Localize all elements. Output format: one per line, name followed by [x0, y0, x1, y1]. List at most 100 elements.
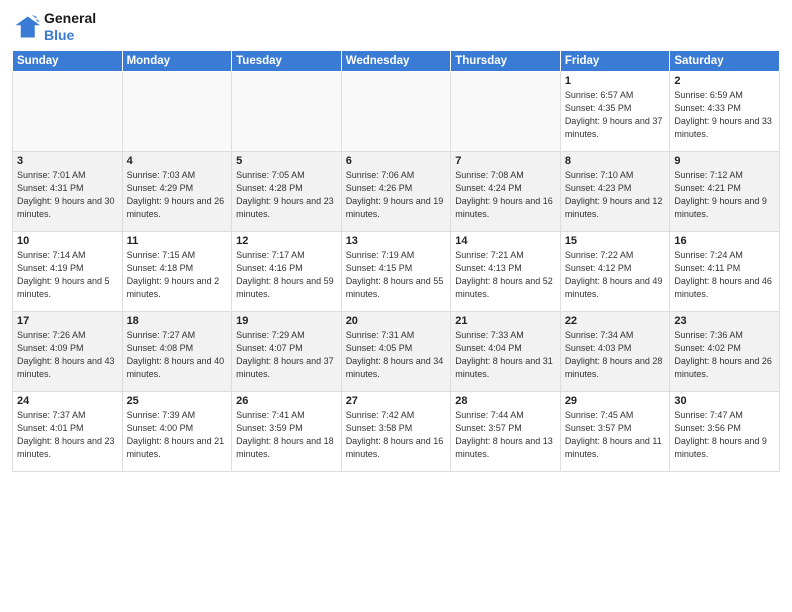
logo: General Blue — [12, 10, 96, 44]
day-number: 2 — [674, 75, 775, 87]
day-cell: 16 Sunrise: 7:24 AM Sunset: 4:11 PM Dayli… — [670, 231, 780, 311]
day-info: Sunrise: 7:21 AM Sunset: 4:13 PM Dayligh… — [455, 249, 556, 301]
day-number: 11 — [127, 235, 228, 247]
header-row: SundayMondayTuesdayWednesdayThursdayFrid… — [13, 50, 780, 71]
day-cell: 13 Sunrise: 7:19 AM Sunset: 4:15 PM Dayli… — [341, 231, 451, 311]
week-row-3: 17 Sunrise: 7:26 AM Sunset: 4:09 PM Dayli… — [13, 311, 780, 391]
day-header-saturday: Saturday — [670, 50, 780, 71]
day-number: 3 — [17, 155, 118, 167]
day-info: Sunrise: 7:03 AM Sunset: 4:29 PM Dayligh… — [127, 169, 228, 221]
day-number: 17 — [17, 315, 118, 327]
day-cell: 7Sunrise: 7:08 AM Sunset: 4:24 PM Daylig… — [451, 151, 561, 231]
day-info: Sunrise: 7:44 AM Sunset: 3:57 PM Dayligh… — [455, 409, 556, 461]
day-number: 25 — [127, 395, 228, 407]
day-cell: 26 Sunrise: 7:41 AM Sunset: 3:59 PM Dayli… — [232, 391, 342, 471]
day-info: Sunrise: 6:57 AM Sunset: 4:35 PM Dayligh… — [565, 89, 666, 141]
day-info: Sunrise: 7:37 AM Sunset: 4:01 PM Dayligh… — [17, 409, 118, 461]
day-cell: 15 Sunrise: 7:22 AM Sunset: 4:12 PM Dayli… — [560, 231, 670, 311]
day-info: Sunrise: 7:06 AM Sunset: 4:26 PM Dayligh… — [346, 169, 447, 221]
day-cell: 11Sunrise: 7:15 AM Sunset: 4:18 PM Dayli… — [122, 231, 232, 311]
day-cell: 25 Sunrise: 7:39 AM Sunset: 4:00 PM Dayli… — [122, 391, 232, 471]
day-info: Sunrise: 7:01 AM Sunset: 4:31 PM Dayligh… — [17, 169, 118, 221]
day-info: Sunrise: 7:42 AM Sunset: 3:58 PM Dayligh… — [346, 409, 447, 461]
day-number: 13 — [346, 235, 447, 247]
day-info: Sunrise: 7:45 AM Sunset: 3:57 PM Dayligh… — [565, 409, 666, 461]
day-cell: 8Sunrise: 7:10 AM Sunset: 4:23 PM Daylig… — [560, 151, 670, 231]
day-number: 6 — [346, 155, 447, 167]
day-cell: 9 Sunrise: 7:12 AM Sunset: 4:21 PM Daylig… — [670, 151, 780, 231]
day-header-tuesday: Tuesday — [232, 50, 342, 71]
week-row-4: 24 Sunrise: 7:37 AM Sunset: 4:01 PM Dayli… — [13, 391, 780, 471]
day-cell: 23 Sunrise: 7:36 AM Sunset: 4:02 PM Dayli… — [670, 311, 780, 391]
day-header-monday: Monday — [122, 50, 232, 71]
day-cell: 1 Sunrise: 6:57 AM Sunset: 4:35 PM Daylig… — [560, 71, 670, 151]
day-cell — [122, 71, 232, 151]
day-info: Sunrise: 7:19 AM Sunset: 4:15 PM Dayligh… — [346, 249, 447, 301]
week-row-0: 1 Sunrise: 6:57 AM Sunset: 4:35 PM Daylig… — [13, 71, 780, 151]
day-number: 24 — [17, 395, 118, 407]
day-header-thursday: Thursday — [451, 50, 561, 71]
day-info: Sunrise: 7:26 AM Sunset: 4:09 PM Dayligh… — [17, 329, 118, 381]
day-cell: 17 Sunrise: 7:26 AM Sunset: 4:09 PM Dayli… — [13, 311, 123, 391]
day-number: 27 — [346, 395, 447, 407]
logo-text: General Blue — [44, 10, 96, 44]
week-row-2: 10 Sunrise: 7:14 AM Sunset: 4:19 PM Dayli… — [13, 231, 780, 311]
day-info: Sunrise: 7:14 AM Sunset: 4:19 PM Dayligh… — [17, 249, 118, 301]
page: General Blue SundayMondayTuesdayWednesda… — [0, 0, 792, 480]
day-number: 22 — [565, 315, 666, 327]
day-cell — [451, 71, 561, 151]
day-number: 14 — [455, 235, 556, 247]
day-cell: 10 Sunrise: 7:14 AM Sunset: 4:19 PM Dayli… — [13, 231, 123, 311]
day-info: Sunrise: 7:29 AM Sunset: 4:07 PM Dayligh… — [236, 329, 337, 381]
day-info: Sunrise: 7:36 AM Sunset: 4:02 PM Dayligh… — [674, 329, 775, 381]
day-cell: 22 Sunrise: 7:34 AM Sunset: 4:03 PM Dayli… — [560, 311, 670, 391]
day-info: Sunrise: 6:59 AM Sunset: 4:33 PM Dayligh… — [674, 89, 775, 141]
day-header-wednesday: Wednesday — [341, 50, 451, 71]
day-number: 1 — [565, 75, 666, 87]
day-header-sunday: Sunday — [13, 50, 123, 71]
day-number: 16 — [674, 235, 775, 247]
day-info: Sunrise: 7:34 AM Sunset: 4:03 PM Dayligh… — [565, 329, 666, 381]
day-info: Sunrise: 7:31 AM Sunset: 4:05 PM Dayligh… — [346, 329, 447, 381]
day-info: Sunrise: 7:47 AM Sunset: 3:56 PM Dayligh… — [674, 409, 775, 461]
day-number: 28 — [455, 395, 556, 407]
day-info: Sunrise: 7:24 AM Sunset: 4:11 PM Dayligh… — [674, 249, 775, 301]
day-cell: 4 Sunrise: 7:03 AM Sunset: 4:29 PM Daylig… — [122, 151, 232, 231]
day-info: Sunrise: 7:17 AM Sunset: 4:16 PM Dayligh… — [236, 249, 337, 301]
day-info: Sunrise: 7:27 AM Sunset: 4:08 PM Dayligh… — [127, 329, 228, 381]
day-cell: 29Sunrise: 7:45 AM Sunset: 3:57 PM Dayli… — [560, 391, 670, 471]
day-cell: 12 Sunrise: 7:17 AM Sunset: 4:16 PM Dayli… — [232, 231, 342, 311]
day-number: 7 — [455, 155, 556, 167]
day-cell: 6 Sunrise: 7:06 AM Sunset: 4:26 PM Daylig… — [341, 151, 451, 231]
day-cell: 14 Sunrise: 7:21 AM Sunset: 4:13 PM Dayli… — [451, 231, 561, 311]
day-cell: 18 Sunrise: 7:27 AM Sunset: 4:08 PM Dayli… — [122, 311, 232, 391]
day-cell: 5Sunrise: 7:05 AM Sunset: 4:28 PM Daylig… — [232, 151, 342, 231]
day-cell: 28 Sunrise: 7:44 AM Sunset: 3:57 PM Dayli… — [451, 391, 561, 471]
day-number: 4 — [127, 155, 228, 167]
day-cell: 20Sunrise: 7:31 AM Sunset: 4:05 PM Dayli… — [341, 311, 451, 391]
day-number: 9 — [674, 155, 775, 167]
day-number: 12 — [236, 235, 337, 247]
day-cell — [13, 71, 123, 151]
day-number: 18 — [127, 315, 228, 327]
day-cell: 21Sunrise: 7:33 AM Sunset: 4:04 PM Dayli… — [451, 311, 561, 391]
header: General Blue — [12, 10, 780, 44]
day-number: 21 — [455, 315, 556, 327]
day-info: Sunrise: 7:22 AM Sunset: 4:12 PM Dayligh… — [565, 249, 666, 301]
day-number: 8 — [565, 155, 666, 167]
day-info: Sunrise: 7:05 AM Sunset: 4:28 PM Dayligh… — [236, 169, 337, 221]
day-number: 10 — [17, 235, 118, 247]
day-number: 19 — [236, 315, 337, 327]
day-number: 26 — [236, 395, 337, 407]
day-info: Sunrise: 7:12 AM Sunset: 4:21 PM Dayligh… — [674, 169, 775, 221]
day-cell — [232, 71, 342, 151]
day-number: 30 — [674, 395, 775, 407]
day-cell: 24 Sunrise: 7:37 AM Sunset: 4:01 PM Dayli… — [13, 391, 123, 471]
day-info: Sunrise: 7:41 AM Sunset: 3:59 PM Dayligh… — [236, 409, 337, 461]
day-cell: 2 Sunrise: 6:59 AM Sunset: 4:33 PM Daylig… — [670, 71, 780, 151]
day-info: Sunrise: 7:39 AM Sunset: 4:00 PM Dayligh… — [127, 409, 228, 461]
week-row-1: 3 Sunrise: 7:01 AM Sunset: 4:31 PM Daylig… — [13, 151, 780, 231]
day-number: 23 — [674, 315, 775, 327]
logo-icon — [12, 13, 40, 41]
day-number: 15 — [565, 235, 666, 247]
